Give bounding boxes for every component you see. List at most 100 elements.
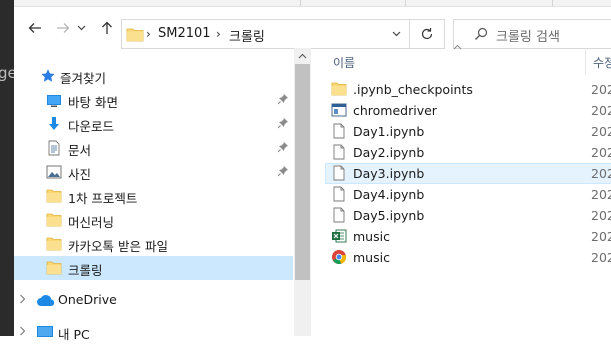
breadcrumb-item[interactable]: SM2101 <box>158 26 211 41</box>
address-bar[interactable]: › SM2101 › 크롤링 <box>121 19 445 49</box>
file-date: 202 <box>591 250 611 265</box>
star-icon <box>41 69 55 82</box>
breadcrumb-item-current[interactable]: 크롤링 <box>229 26 265 45</box>
nav-item-downloads[interactable]: 다운로드 <box>14 112 293 136</box>
pin-icon[interactable] <box>277 165 289 177</box>
file-date: 202 <box>591 208 611 223</box>
nav-item-folder-selected[interactable]: 크롤링 <box>14 256 293 280</box>
breadcrumb-separator: › <box>146 27 151 41</box>
column-divider[interactable] <box>585 48 586 74</box>
file-name: music <box>353 250 390 265</box>
nav-item-folder[interactable]: 머신러닝 <box>14 208 293 232</box>
recent-locations-button[interactable] <box>74 16 88 40</box>
background-app-edge: ge <box>0 0 17 336</box>
address-history-button[interactable] <box>386 24 406 44</box>
search-icon <box>475 27 488 40</box>
folder-icon <box>46 261 62 275</box>
file-row[interactable]: music 202 <box>325 247 611 268</box>
nav-item-desktop[interactable]: 바탕 화면 <box>14 88 293 112</box>
search-box[interactable]: 크롤링 검색 <box>453 19 611 49</box>
chrome-icon <box>332 250 347 264</box>
nav-item-folder[interactable]: 카카오톡 받은 파일 <box>14 232 293 256</box>
navigation-bar: › SM2101 › 크롤링 크롤링 검색 <box>14 8 611 49</box>
nav-item-label: 1차 프로젝트 <box>68 191 138 206</box>
column-header: 이름 수정 <box>311 44 611 74</box>
nav-item-pictures[interactable]: 사진 <box>14 160 293 184</box>
chevron-down-icon <box>77 25 85 31</box>
file-row[interactable]: .ipynb_checkpoints 202 <box>325 79 611 100</box>
back-button[interactable] <box>24 16 46 40</box>
pin-icon[interactable] <box>277 141 289 153</box>
arrow-left-icon <box>28 23 41 33</box>
up-button[interactable] <box>96 16 118 40</box>
computer-icon <box>37 326 53 337</box>
chevron-right-icon[interactable] <box>19 294 26 304</box>
nav-item-folder[interactable]: 1차 프로젝트 <box>14 184 293 208</box>
navigation-scrollbar[interactable] <box>294 48 311 336</box>
chevron-right-icon[interactable] <box>19 326 26 336</box>
file-row[interactable]: Day2.ipynb 202 <box>325 142 611 163</box>
folder-icon <box>126 28 144 42</box>
refresh-icon <box>421 28 433 40</box>
file-explorer-window: › SM2101 › 크롤링 크롤링 검색 즐겨찾기 바탕 화면 다운로드 문서… <box>14 0 611 342</box>
breadcrumb-separator: › <box>216 27 221 41</box>
file-name: Day2.ipynb <box>353 145 425 160</box>
file-row[interactable]: Day4.ipynb 202 <box>325 184 611 205</box>
file-name: Day4.ipynb <box>353 187 425 202</box>
file-row-hovered[interactable]: Day3.ipynb 202 <box>325 163 611 184</box>
column-header-name[interactable]: 이름 <box>333 54 355 71</box>
file-row[interactable]: chromedriver 202 <box>325 100 611 121</box>
nav-item-label: 카카오톡 받은 파일 <box>68 239 168 254</box>
file-name: Day5.ipynb <box>353 208 425 223</box>
navigation-pane: 즐겨찾기 바탕 화면 다운로드 문서 사진 1차 프로젝트 머신러닝 카카오톡 … <box>14 48 294 342</box>
file-date: 202 <box>591 187 611 202</box>
file-row[interactable]: Day1.ipynb 202 <box>325 121 611 142</box>
nav-item-onedrive[interactable]: OneDrive <box>14 288 293 312</box>
exe-icon <box>331 103 347 117</box>
nav-item-label: 머신러닝 <box>68 215 115 230</box>
nav-item-label: 문서 <box>68 143 92 158</box>
file-icon <box>333 165 345 181</box>
scroll-up-icon[interactable] <box>298 53 307 59</box>
nav-item-label: OneDrive <box>58 292 117 307</box>
nav-item-quick-access[interactable]: 즐겨찾기 <box>14 64 293 88</box>
file-date: 202 <box>591 145 611 160</box>
file-date: 202 <box>591 229 611 244</box>
nav-item-label: 다운로드 <box>68 119 115 134</box>
sort-ascending-icon <box>453 44 462 50</box>
desktop-icon <box>47 95 61 107</box>
column-header-date[interactable]: 수정 <box>593 54 611 71</box>
ribbon-edge <box>14 0 611 7</box>
excel-icon <box>332 229 347 243</box>
pin-icon[interactable] <box>277 93 289 105</box>
nav-item-documents[interactable]: 문서 <box>14 136 293 160</box>
pin-icon[interactable] <box>277 117 289 129</box>
nav-item-label: 크롤링 <box>68 263 103 278</box>
file-date: 202 <box>591 82 611 97</box>
folder-icon <box>46 237 62 251</box>
file-icon <box>333 144 345 160</box>
file-icon <box>333 207 345 223</box>
ribbon-divider <box>552 0 553 6</box>
folder-icon <box>331 82 347 96</box>
forward-button[interactable] <box>52 16 74 40</box>
file-icon <box>333 186 345 202</box>
file-date: 202 <box>591 166 611 181</box>
file-name: Day1.ipynb <box>353 124 425 139</box>
file-date: 202 <box>591 124 611 139</box>
file-name: music <box>353 229 390 244</box>
ribbon-divider <box>405 0 406 6</box>
file-row[interactable]: music 202 <box>325 226 611 247</box>
refresh-button[interactable] <box>409 20 444 48</box>
arrow-right-icon <box>57 23 70 33</box>
file-row[interactable]: Day5.ipynb 202 <box>325 205 611 226</box>
file-icon <box>333 123 345 139</box>
nav-item-this-pc[interactable]: 내 PC <box>14 320 293 344</box>
file-date: 202 <box>591 103 611 118</box>
cloud-icon <box>37 295 55 306</box>
nav-item-label: 내 PC <box>58 327 90 342</box>
search-placeholder: 크롤링 검색 <box>496 30 560 45</box>
scrollbar-thumb[interactable] <box>295 64 310 280</box>
arrow-up-icon <box>102 21 112 34</box>
file-name: chromedriver <box>353 103 437 118</box>
